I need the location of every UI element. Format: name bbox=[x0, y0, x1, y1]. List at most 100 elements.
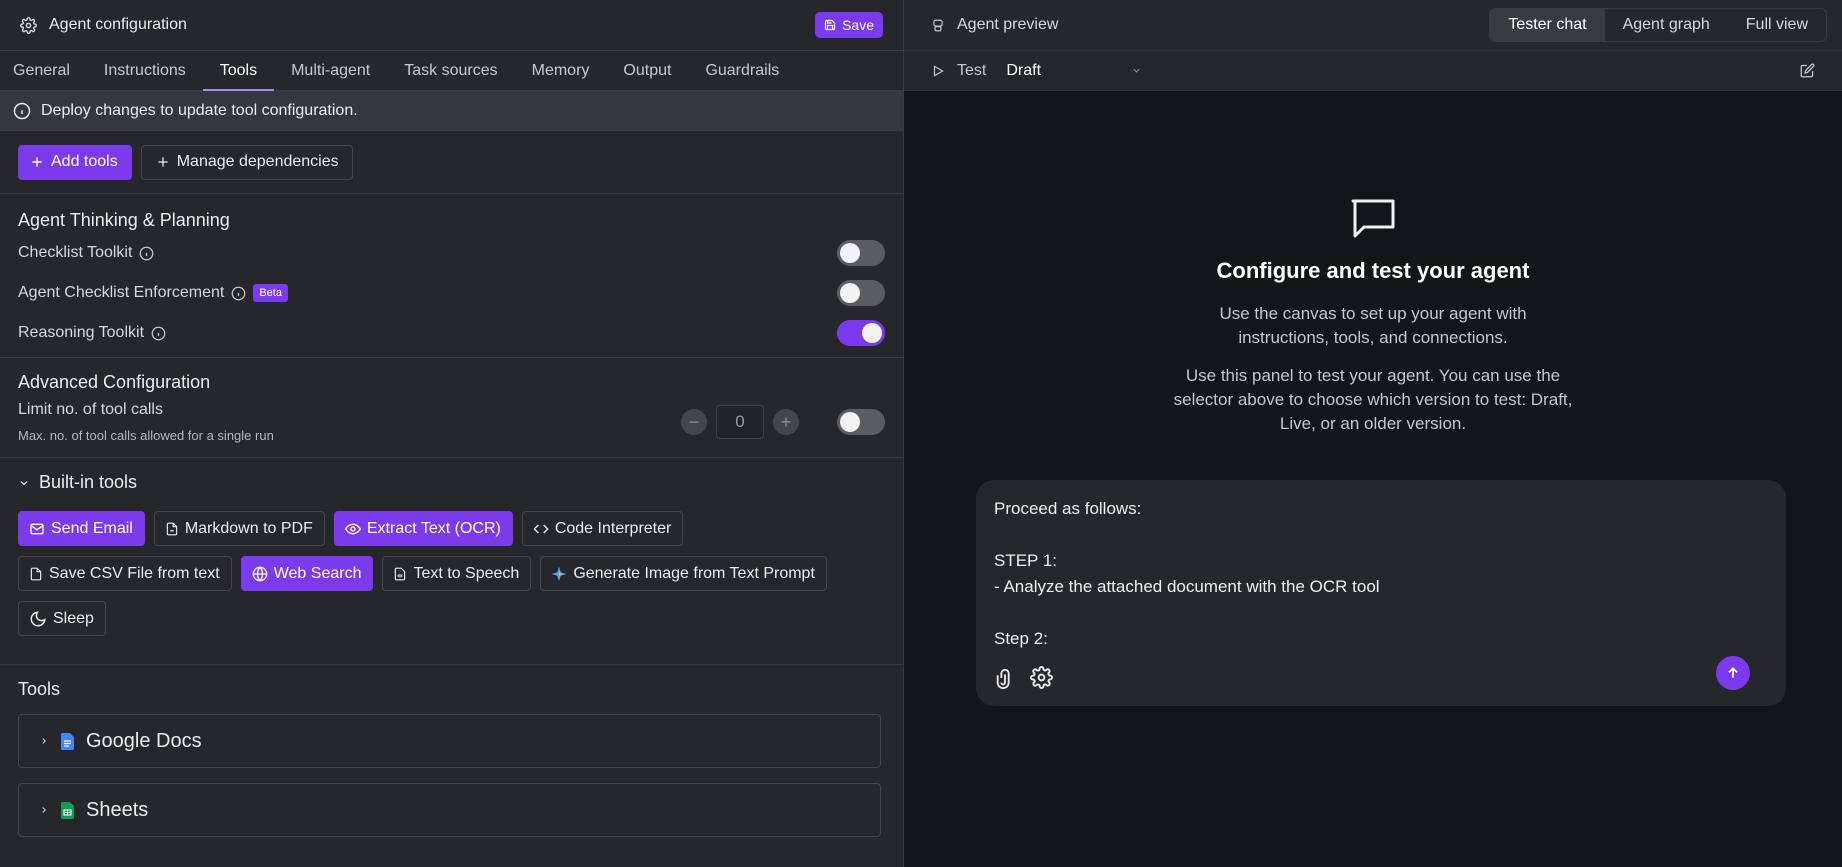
checklist-toolkit-toggle[interactable] bbox=[837, 240, 885, 266]
empty-title: Configure and test your agent bbox=[1216, 258, 1530, 283]
tool-label: Sheets bbox=[86, 798, 149, 821]
chip-label: Generate Image from Text Prompt bbox=[573, 564, 815, 582]
chip-label: Text to Speech bbox=[413, 564, 520, 582]
view-switcher: Tester chat Agent graph Full view bbox=[1489, 8, 1827, 42]
message-composer[interactable]: Proceed as follows: STEP 1: - Analyze th… bbox=[976, 480, 1786, 706]
config-title-group: Agent configuration bbox=[20, 16, 187, 34]
app-root: Agent configuration Save General Instruc… bbox=[0, 0, 1842, 867]
tool-calls-stepper: − 0 + bbox=[681, 405, 799, 439]
advanced-title: Advanced Configuration bbox=[18, 372, 211, 392]
chevron-down-icon bbox=[18, 477, 30, 489]
version-select[interactable]: Draft bbox=[1006, 62, 1142, 80]
edit-icon[interactable] bbox=[1800, 63, 1815, 78]
preview-title: Agent preview bbox=[957, 16, 1059, 33]
limit-text: Limit no. of tool calls Max. no. of tool… bbox=[18, 401, 274, 443]
add-tools-button[interactable]: Add tools bbox=[18, 144, 132, 180]
globe-icon bbox=[252, 566, 268, 582]
tool-actions: Add tools Manage dependencies bbox=[0, 131, 903, 194]
chip-label: Markdown to PDF bbox=[184, 519, 313, 537]
builtin-chips: Send Email Markdown to PDF Extract Text … bbox=[18, 511, 885, 636]
view-agent-graph[interactable]: Agent graph bbox=[1605, 9, 1728, 41]
reasoning-toolkit-label-group: Reasoning Toolkit bbox=[18, 324, 166, 342]
checklist-enforcement-toggle[interactable] bbox=[837, 280, 885, 306]
chip-code-interpreter[interactable]: Code Interpreter bbox=[521, 511, 684, 546]
preview-header: Agent preview Tester chat Agent graph Fu… bbox=[904, 0, 1842, 51]
gear-icon bbox=[20, 16, 37, 34]
builtin-section: Built-in tools Send Email Markdown to PD… bbox=[0, 458, 903, 665]
settings-icon[interactable] bbox=[1030, 666, 1053, 690]
builtin-header[interactable]: Built-in tools bbox=[18, 472, 885, 493]
add-tools-label: Add tools bbox=[51, 153, 118, 170]
chip-web-search[interactable]: Web Search bbox=[240, 556, 374, 591]
test-label: Test bbox=[957, 61, 987, 79]
mail-icon bbox=[29, 521, 45, 537]
chip-markdown-pdf[interactable]: Markdown to PDF bbox=[153, 511, 325, 546]
preview-title-group: Agent preview bbox=[931, 16, 1058, 34]
info-icon[interactable] bbox=[139, 246, 154, 261]
chip-label: Extract Text (OCR) bbox=[366, 519, 501, 537]
google-docs-icon bbox=[61, 732, 74, 750]
tab-tools[interactable]: Tools bbox=[202, 51, 275, 91]
chip-send-email[interactable]: Send Email bbox=[18, 511, 145, 546]
tool-calls-input[interactable]: 0 bbox=[716, 405, 764, 439]
paperclip-icon[interactable] bbox=[994, 666, 1016, 690]
limit-help: Max. no. of tool calls allowed for a sin… bbox=[18, 428, 274, 443]
empty-description-1: Use the canvas to set up your agent with… bbox=[1219, 304, 1527, 347]
tab-memory[interactable]: Memory bbox=[515, 51, 607, 90]
decrement-button[interactable]: − bbox=[681, 409, 707, 435]
tab-multi-agent[interactable]: Multi-agent bbox=[274, 51, 387, 90]
view-full-view[interactable]: Full view bbox=[1728, 9, 1826, 41]
chevron-right-icon bbox=[39, 735, 49, 747]
tab-guardrails[interactable]: Guardrails bbox=[688, 51, 796, 90]
google-sheets-icon bbox=[61, 801, 74, 819]
view-tester-chat[interactable]: Tester chat bbox=[1490, 9, 1605, 41]
empty-state: Configure and test your agent Use the ca… bbox=[904, 198, 1842, 436]
tool-google-docs[interactable]: Google Docs bbox=[18, 714, 881, 768]
robot-icon bbox=[931, 17, 945, 34]
pdf-icon bbox=[165, 521, 179, 537]
notice-text: Deploy changes to update tool configurat… bbox=[41, 101, 358, 119]
info-icon[interactable] bbox=[231, 286, 246, 301]
tab-task-sources[interactable]: Task sources bbox=[387, 51, 514, 90]
send-button[interactable] bbox=[1716, 656, 1750, 690]
info-icon[interactable] bbox=[151, 326, 166, 341]
chip-extract-ocr[interactable]: Extract Text (OCR) bbox=[333, 511, 513, 546]
reasoning-toolkit-label: Reasoning Toolkit bbox=[18, 324, 145, 341]
save-button[interactable]: Save bbox=[815, 12, 883, 38]
manage-dependencies-button[interactable]: Manage dependencies bbox=[140, 144, 353, 180]
chip-label: Send Email bbox=[51, 519, 133, 537]
reasoning-toolkit-toggle[interactable] bbox=[837, 320, 885, 346]
chip-text-to-speech[interactable]: Text to Speech bbox=[382, 556, 532, 591]
plus-icon bbox=[30, 155, 44, 169]
checklist-enforcement-label-group: Agent Checklist Enforcement Beta bbox=[18, 284, 288, 302]
chip-save-csv[interactable]: Save CSV File from text bbox=[18, 556, 232, 591]
increment-button[interactable]: + bbox=[773, 409, 799, 435]
test-bar: Test Draft bbox=[904, 51, 1842, 91]
save-label: Save bbox=[842, 17, 874, 33]
play-icon[interactable] bbox=[931, 63, 945, 79]
code-icon bbox=[533, 521, 549, 537]
plus-icon bbox=[156, 155, 170, 169]
tab-output[interactable]: Output bbox=[606, 51, 688, 90]
composer-tools bbox=[994, 666, 1053, 690]
chip-generate-image[interactable]: Generate Image from Text Prompt bbox=[540, 556, 827, 591]
chip-label: Save CSV File from text bbox=[49, 564, 220, 582]
tool-sheets[interactable]: Sheets bbox=[18, 783, 881, 837]
limit-toggle[interactable] bbox=[837, 409, 885, 435]
advanced-section: Advanced Configuration Limit no. of tool… bbox=[0, 358, 903, 458]
message-input[interactable]: Proceed as follows: STEP 1: - Analyze th… bbox=[994, 496, 1768, 652]
config-title: Agent configuration bbox=[49, 16, 187, 33]
eye-icon bbox=[344, 521, 361, 537]
chip-sleep[interactable]: Sleep bbox=[18, 601, 106, 636]
audio-file-icon bbox=[393, 566, 407, 582]
manage-dependencies-label: Manage dependencies bbox=[176, 153, 339, 170]
reasoning-toolkit-row: Reasoning Toolkit bbox=[18, 313, 885, 353]
chip-label: Sleep bbox=[53, 609, 94, 627]
tab-instructions[interactable]: Instructions bbox=[87, 51, 203, 90]
empty-description-2: Use this panel to test your agent. You c… bbox=[1173, 366, 1573, 433]
builtin-title: Built-in tools bbox=[39, 472, 138, 492]
tab-general[interactable]: General bbox=[13, 51, 87, 90]
sparkle-icon bbox=[551, 566, 567, 582]
info-icon bbox=[13, 102, 31, 120]
checklist-toolkit-row: Checklist Toolkit bbox=[18, 233, 885, 273]
